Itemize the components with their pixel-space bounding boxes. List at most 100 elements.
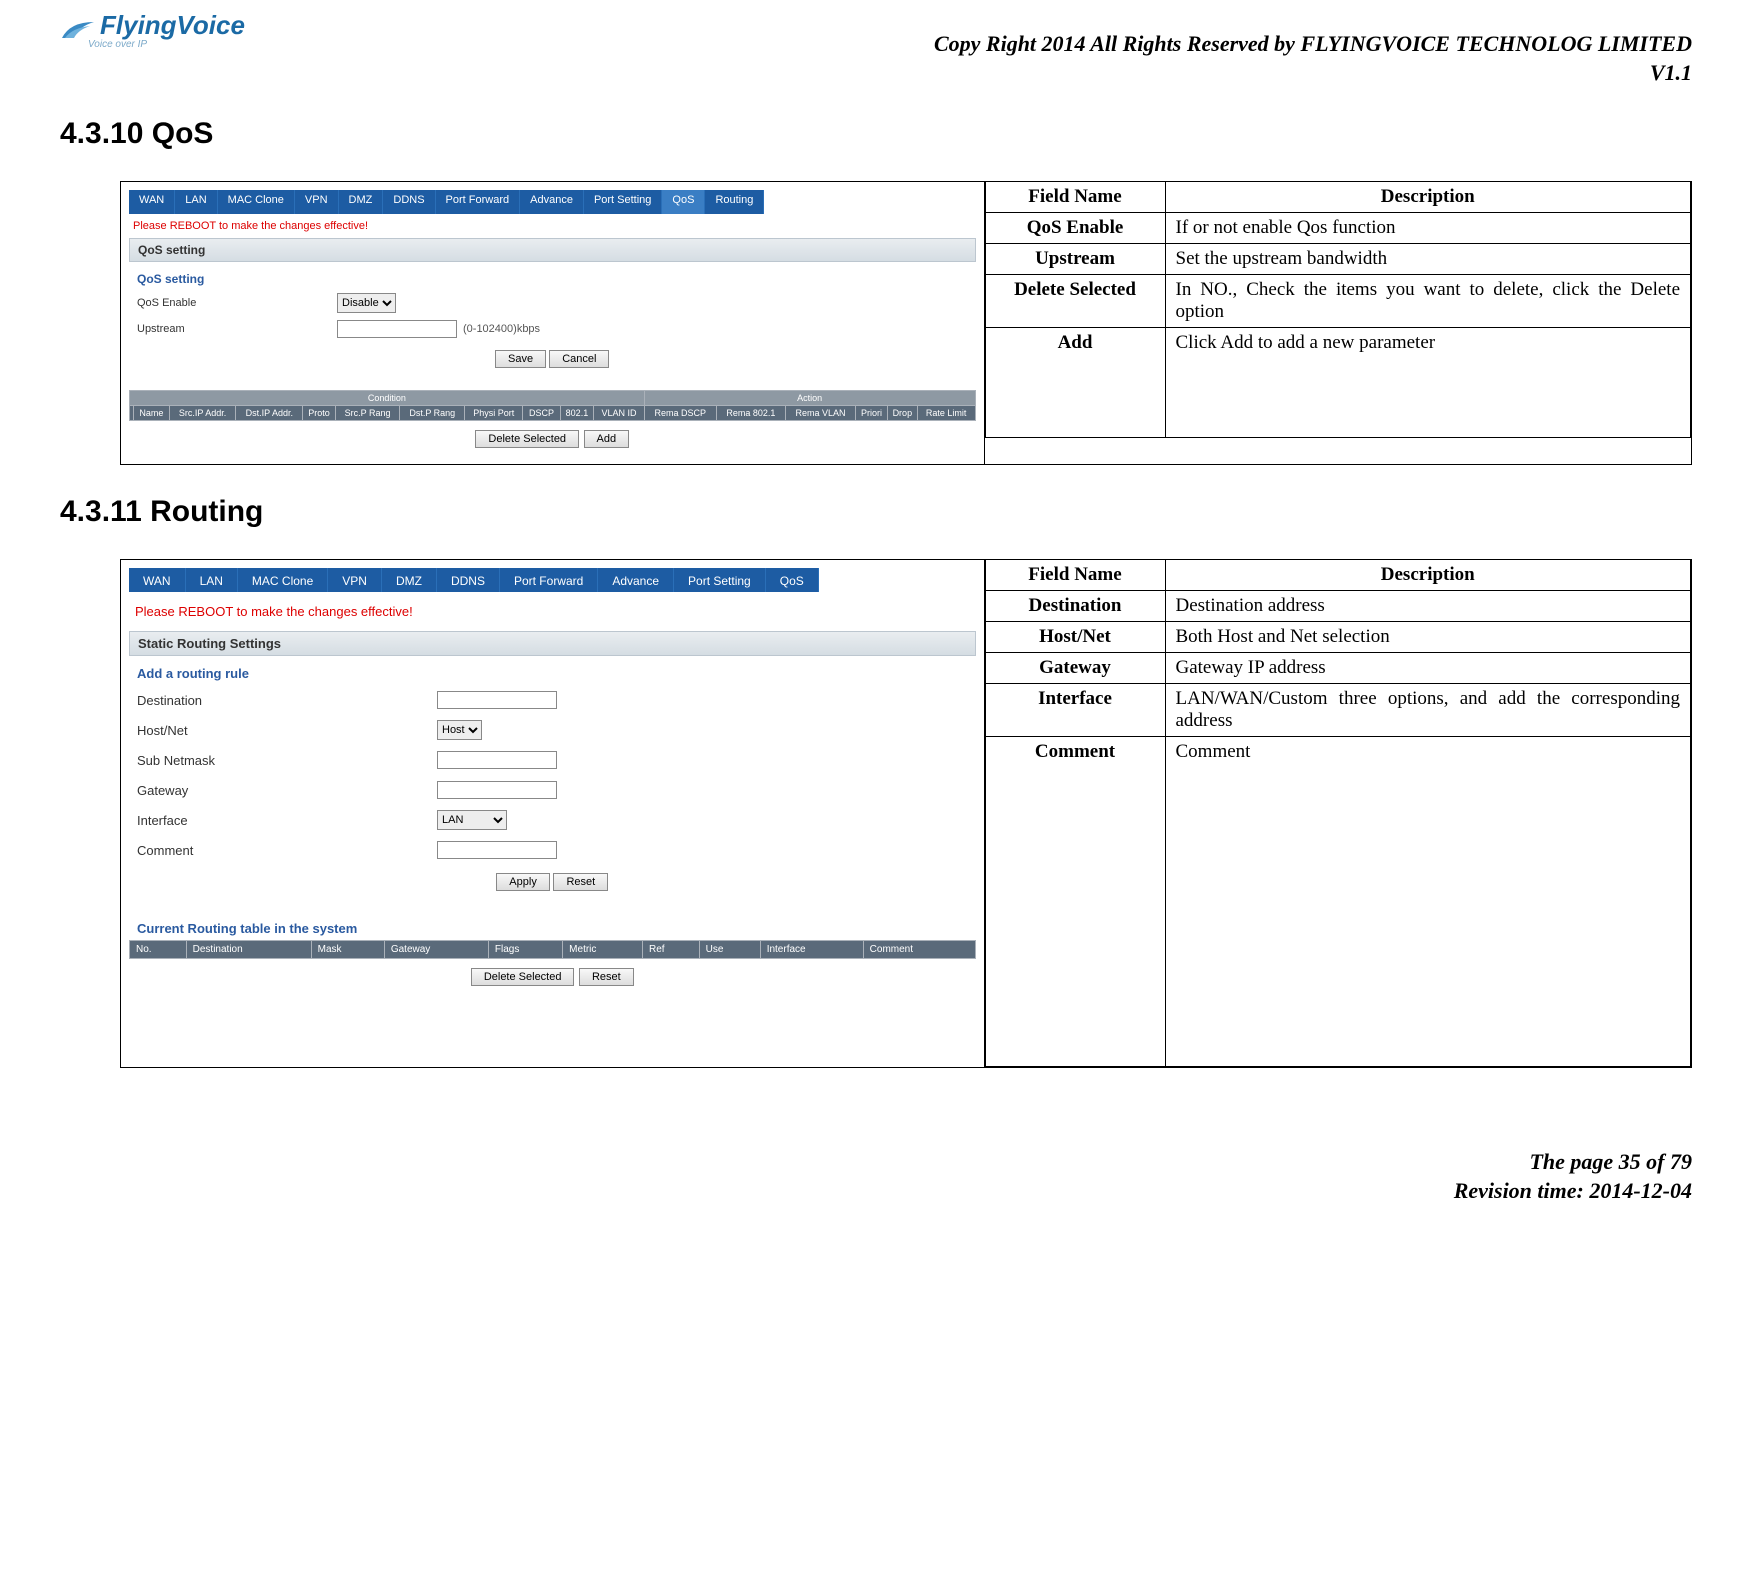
tab-portforward[interactable]: Port Forward: [500, 568, 598, 592]
col-name: Name: [133, 406, 169, 421]
section-heading-qos: 4.3.10 QoS: [60, 117, 1692, 151]
field-name: Interface: [985, 684, 1165, 737]
upstream-label: Upstream: [137, 323, 337, 335]
field-name: Destination: [985, 591, 1165, 622]
field-name: Add: [985, 328, 1165, 438]
qos-screenshot-cell: WAN LAN MAC Clone VPN DMZ DDNS Port Forw…: [121, 182, 985, 464]
tab-vpn[interactable]: VPN: [328, 568, 382, 592]
page-number: The page 35 of 79: [60, 1148, 1692, 1177]
field-name: QoS Enable: [985, 213, 1165, 244]
gateway-input[interactable]: [437, 781, 557, 799]
tab-lan[interactable]: LAN: [175, 190, 217, 214]
tab-portforward[interactable]: Port Forward: [436, 190, 521, 214]
tab-portsetting[interactable]: Port Setting: [584, 190, 662, 214]
field-name: Comment: [985, 737, 1165, 1067]
add-button[interactable]: Add: [584, 430, 630, 448]
col-srcip: Src.IP Addr.: [169, 406, 236, 421]
qos-rule-table: Condition Action Name Src.IP Addr. Dst.I…: [129, 390, 976, 421]
field-desc: Comment: [1165, 737, 1691, 1067]
gateway-label: Gateway: [137, 783, 437, 798]
header-bar: FlyingVoice Voice over IP Copy Right 201…: [60, 0, 1692, 87]
col-remavlan: Rema VLAN: [785, 406, 855, 421]
save-button[interactable]: Save: [495, 350, 546, 368]
tab-routing[interactable]: Routing: [705, 190, 764, 214]
rt-col-metric: Metric: [563, 941, 643, 959]
copyright-line: Copy Right 2014 All Rights Reserved by F…: [934, 30, 1692, 59]
logo-subtext: Voice over IP: [88, 39, 147, 50]
reset-button[interactable]: Reset: [553, 873, 608, 891]
routing-screenshot-cell: WAN LAN MAC Clone VPN DMZ DDNS Port Forw…: [121, 560, 985, 1067]
tab-dmz[interactable]: DMZ: [382, 568, 437, 592]
tab-portsetting[interactable]: Port Setting: [674, 568, 766, 592]
tab-lan[interactable]: LAN: [186, 568, 238, 592]
col-proto: Proto: [303, 406, 335, 421]
field-desc: Click Add to add a new parameter: [1165, 328, 1691, 438]
routing-desc-table: Field Name Description DestinationDestin…: [985, 560, 1692, 1067]
group-condition: Condition: [130, 391, 645, 406]
dest-label: Destination: [137, 693, 437, 708]
hostnet-select[interactable]: Host: [437, 720, 482, 740]
interface-select[interactable]: LAN: [437, 810, 507, 830]
tab-qos[interactable]: QoS: [662, 190, 705, 214]
tab-ddns[interactable]: DDNS: [437, 568, 500, 592]
qos-enable-select[interactable]: Disable: [337, 293, 396, 313]
qos-th-desc: Description: [1165, 182, 1691, 213]
logo-text: FlyingVoice: [100, 10, 245, 41]
qos-th-field: Field Name: [985, 182, 1165, 213]
routing-th-field: Field Name: [985, 560, 1165, 591]
comment-input[interactable]: [437, 841, 557, 859]
field-name: Host/Net: [985, 622, 1165, 653]
reset-button-2[interactable]: Reset: [579, 968, 634, 986]
reboot-message: Please REBOOT to make the changes effect…: [129, 592, 976, 631]
qos-tabs: WAN LAN MAC Clone VPN DMZ DDNS Port Forw…: [129, 190, 976, 214]
routing-sub-title: Add a routing rule: [137, 662, 968, 685]
tab-macclone[interactable]: MAC Clone: [238, 568, 328, 592]
tab-advance[interactable]: Advance: [598, 568, 674, 592]
field-name: Delete Selected: [985, 275, 1165, 328]
field-desc: Set the upstream bandwidth: [1165, 244, 1691, 275]
field-desc: Destination address: [1165, 591, 1691, 622]
logo-wing-icon: [60, 16, 96, 36]
current-routing-title: Current Routing table in the system: [129, 917, 976, 940]
tab-advance[interactable]: Advance: [520, 190, 584, 214]
tab-macclone[interactable]: MAC Clone: [218, 190, 295, 214]
routing-th-desc: Description: [1165, 560, 1691, 591]
upstream-input[interactable]: [337, 320, 457, 338]
rt-col-use: Use: [699, 941, 760, 959]
logo: FlyingVoice Voice over IP: [60, 10, 245, 50]
routing-table: No. Destination Mask Gateway Flags Metri…: [129, 940, 976, 959]
qos-sub-title: QoS setting: [137, 268, 968, 290]
revision-time: Revision time: 2014-12-04: [60, 1177, 1692, 1206]
tab-wan[interactable]: WAN: [129, 190, 175, 214]
tab-wan[interactable]: WAN: [129, 568, 186, 592]
delete-selected-button[interactable]: Delete Selected: [475, 430, 579, 448]
routing-panel-title: Static Routing Settings: [129, 631, 976, 656]
dest-input[interactable]: [437, 691, 557, 709]
col-srcp: Src.P Rang: [335, 406, 400, 421]
qos-enable-label: QoS Enable: [137, 297, 337, 309]
page-footer: The page 35 of 79 Revision time: 2014-12…: [60, 1148, 1692, 1205]
subnet-input[interactable]: [437, 751, 557, 769]
qos-desc-table: Field Name Description QoS EnableIf or n…: [985, 182, 1692, 438]
col-ratelimit: Rate Limit: [917, 406, 975, 421]
tab-dmz[interactable]: DMZ: [339, 190, 384, 214]
col-remadscp: Rema DSCP: [644, 406, 716, 421]
rt-col-flags: Flags: [488, 941, 562, 959]
tab-qos[interactable]: QoS: [766, 568, 819, 592]
col-rema8021: Rema 802.1: [716, 406, 785, 421]
col-dstp: Dst.P Rang: [400, 406, 465, 421]
tab-vpn[interactable]: VPN: [295, 190, 339, 214]
version-line: V1.1: [934, 59, 1692, 88]
delete-selected-button[interactable]: Delete Selected: [471, 968, 575, 986]
field-name: Gateway: [985, 653, 1165, 684]
col-drop: Drop: [887, 406, 917, 421]
field-name: Upstream: [985, 244, 1165, 275]
tab-ddns[interactable]: DDNS: [383, 190, 435, 214]
rt-col-dest: Destination: [186, 941, 311, 959]
rt-col-ref: Ref: [642, 941, 699, 959]
rt-col-comment: Comment: [863, 941, 975, 959]
col-dscp: DSCP: [523, 406, 560, 421]
col-8021: 802.1: [560, 406, 594, 421]
cancel-button[interactable]: Cancel: [549, 350, 609, 368]
apply-button[interactable]: Apply: [496, 873, 550, 891]
